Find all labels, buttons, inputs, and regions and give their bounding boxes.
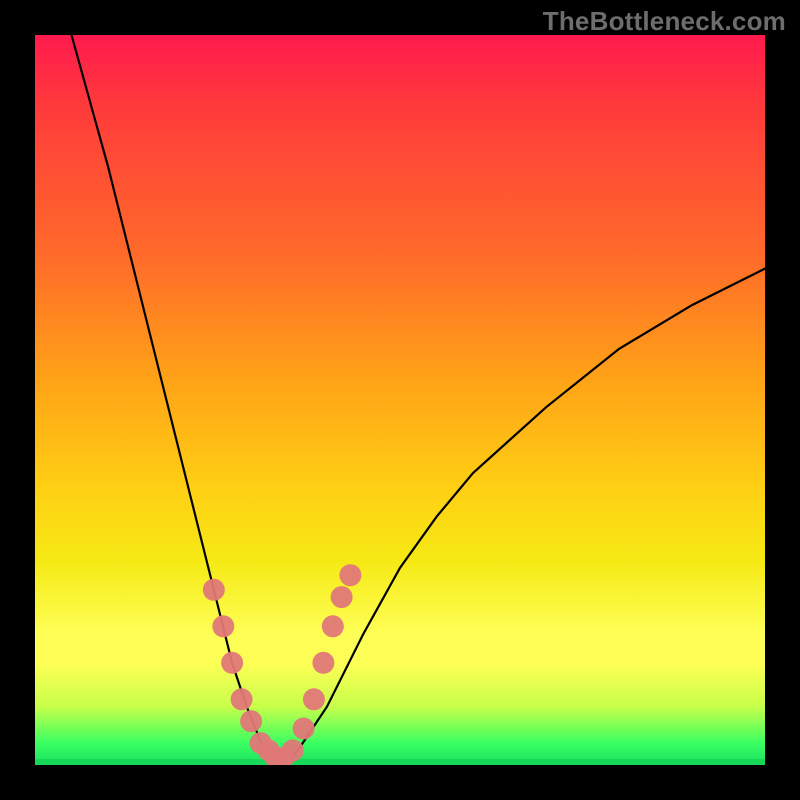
- curve-marker: [282, 739, 304, 761]
- curve-marker: [322, 615, 344, 637]
- curve-marker: [221, 652, 243, 674]
- curve-marker: [212, 615, 234, 637]
- curve-marker: [312, 652, 334, 674]
- marker-group: [203, 564, 362, 765]
- curve-marker: [240, 710, 262, 732]
- bottleneck-curve: [72, 35, 766, 758]
- curve-marker: [231, 688, 253, 710]
- watermark-text: TheBottleneck.com: [543, 6, 786, 37]
- curve-marker: [303, 688, 325, 710]
- curve-svg: [35, 35, 765, 765]
- curve-marker: [331, 586, 353, 608]
- chart-frame: TheBottleneck.com: [0, 0, 800, 800]
- curve-marker: [339, 564, 361, 586]
- curve-marker: [203, 579, 225, 601]
- curve-marker: [293, 718, 315, 740]
- plot-area: [35, 35, 765, 765]
